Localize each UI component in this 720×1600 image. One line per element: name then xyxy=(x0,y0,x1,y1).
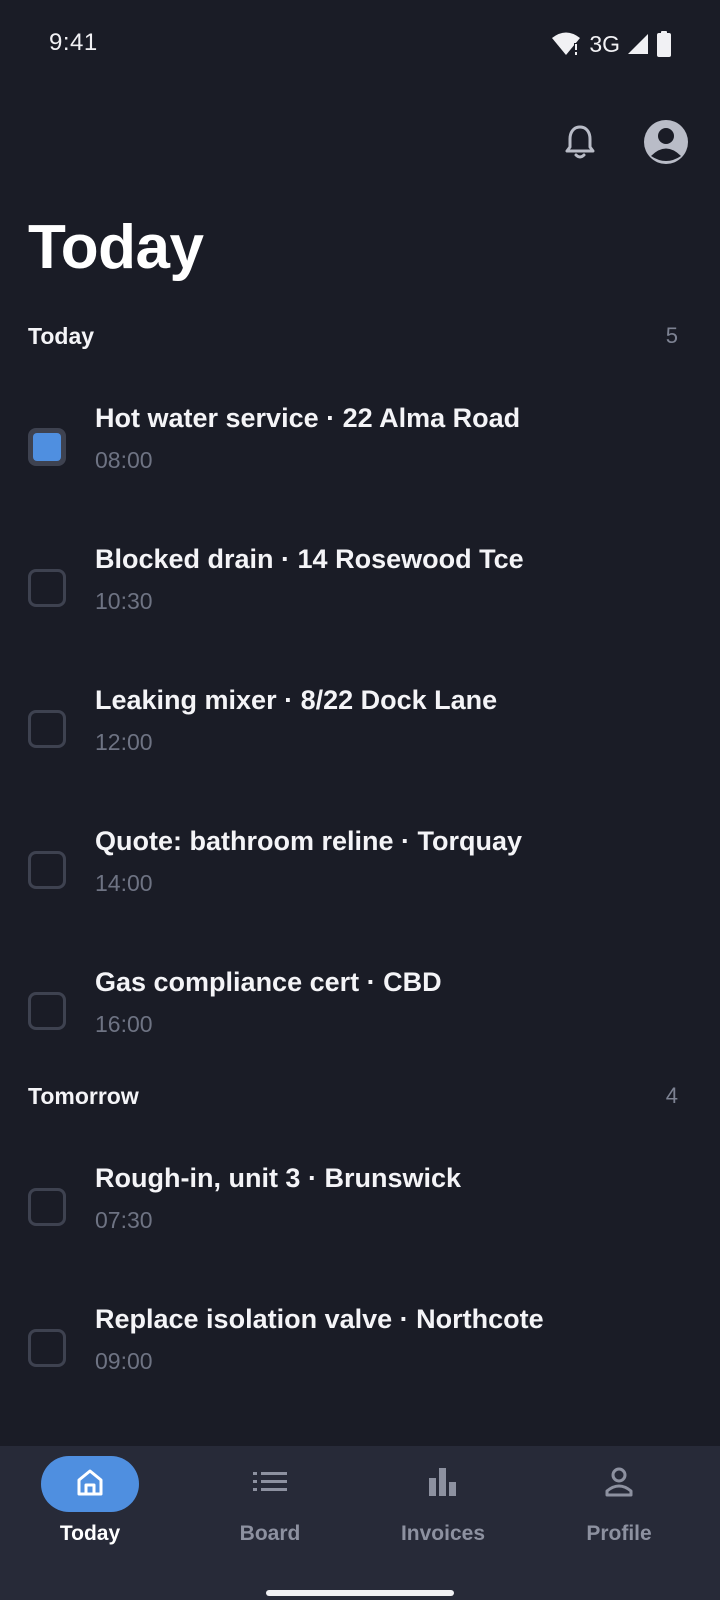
bar-chart-icon xyxy=(428,1467,458,1501)
nav-label: Invoices xyxy=(400,1522,486,1545)
top-actions xyxy=(552,116,694,172)
today-screen: 9:41 3G Today Today 5 Hot water service … xyxy=(0,0,720,1600)
section-title: Today xyxy=(28,322,95,349)
wifi-icon xyxy=(551,31,581,57)
home-indicator[interactable] xyxy=(266,1590,454,1596)
task-row[interactable]: Hot water service · 22 Alma Road 08:00 xyxy=(0,400,720,520)
task-title: Leaking mixer · 8/22 Dock Lane xyxy=(95,685,498,715)
nav-active-indicator xyxy=(41,1456,139,1512)
nav-item-board[interactable]: Board xyxy=(180,1446,360,1566)
nav-item-profile[interactable]: Profile xyxy=(529,1446,709,1566)
person-icon xyxy=(604,1467,634,1502)
task-row[interactable]: Gas compliance cert · CBD 16:00 xyxy=(0,964,720,1084)
section-count: 5 xyxy=(665,323,678,348)
battery-icon xyxy=(656,31,672,57)
nav-label: Profile xyxy=(586,1522,652,1545)
task-time: 09:00 xyxy=(95,1348,153,1374)
task-time: 12:00 xyxy=(95,729,153,755)
nav-item-invoices[interactable]: Invoices xyxy=(353,1446,533,1566)
task-row[interactable]: Blocked drain · 14 Rosewood Tce 10:30 xyxy=(0,541,720,661)
section-header-today: Today 5 xyxy=(28,321,678,351)
bottom-nav: Today Board Invoices Profile xyxy=(0,1446,720,1600)
task-checkbox[interactable] xyxy=(28,569,66,607)
task-checkbox[interactable] xyxy=(28,1329,66,1367)
task-checkbox[interactable] xyxy=(28,1188,66,1226)
task-row[interactable]: Quote: bathroom reline · Torquay 14:00 xyxy=(0,823,720,943)
account-button[interactable] xyxy=(638,116,694,172)
task-checkbox[interactable] xyxy=(28,710,66,748)
task-checkbox[interactable] xyxy=(28,992,66,1030)
task-time: 10:30 xyxy=(95,588,153,614)
task-title: Rough-in, unit 3 · Brunswick xyxy=(95,1163,461,1193)
task-title: Blocked drain · 14 Rosewood Tce xyxy=(95,544,524,574)
section-count: 4 xyxy=(665,1083,678,1108)
task-time: 07:30 xyxy=(95,1207,153,1233)
task-title: Gas compliance cert · CBD xyxy=(95,967,442,997)
task-time: 08:00 xyxy=(95,447,153,473)
task-title: Replace isolation valve · Northcote xyxy=(95,1304,544,1334)
nav-label: Today xyxy=(59,1522,121,1545)
account-circle-icon xyxy=(643,119,689,170)
status-icons: 3G xyxy=(551,30,672,58)
nav-label: Board xyxy=(239,1522,301,1545)
task-checkbox[interactable] xyxy=(28,851,66,889)
page-title: Today xyxy=(28,213,204,282)
task-title: Quote: bathroom reline · Torquay xyxy=(95,826,523,856)
task-checkbox[interactable] xyxy=(28,428,66,466)
signal-icon xyxy=(626,32,650,56)
network-type: 3G xyxy=(589,30,620,57)
home-icon xyxy=(75,1467,105,1502)
bell-icon xyxy=(563,124,597,165)
nav-item-today[interactable]: Today xyxy=(0,1446,180,1566)
section-header-tomorrow: Tomorrow 4 xyxy=(28,1081,678,1111)
notifications-button[interactable] xyxy=(552,116,608,172)
status-bar: 9:41 3G xyxy=(0,0,720,88)
task-row[interactable]: Rough-in, unit 3 · Brunswick 07:30 xyxy=(0,1160,720,1280)
section-title: Tomorrow xyxy=(28,1082,139,1109)
list-icon xyxy=(253,1470,287,1499)
task-row[interactable]: Leaking mixer · 8/22 Dock Lane 12:00 xyxy=(0,682,720,802)
task-title: Hot water service · 22 Alma Road xyxy=(95,403,521,433)
status-time: 9:41 xyxy=(49,29,98,56)
task-time: 14:00 xyxy=(95,870,153,896)
task-time: 16:00 xyxy=(95,1011,153,1037)
task-row[interactable]: Replace isolation valve · Northcote 09:0… xyxy=(0,1301,720,1421)
